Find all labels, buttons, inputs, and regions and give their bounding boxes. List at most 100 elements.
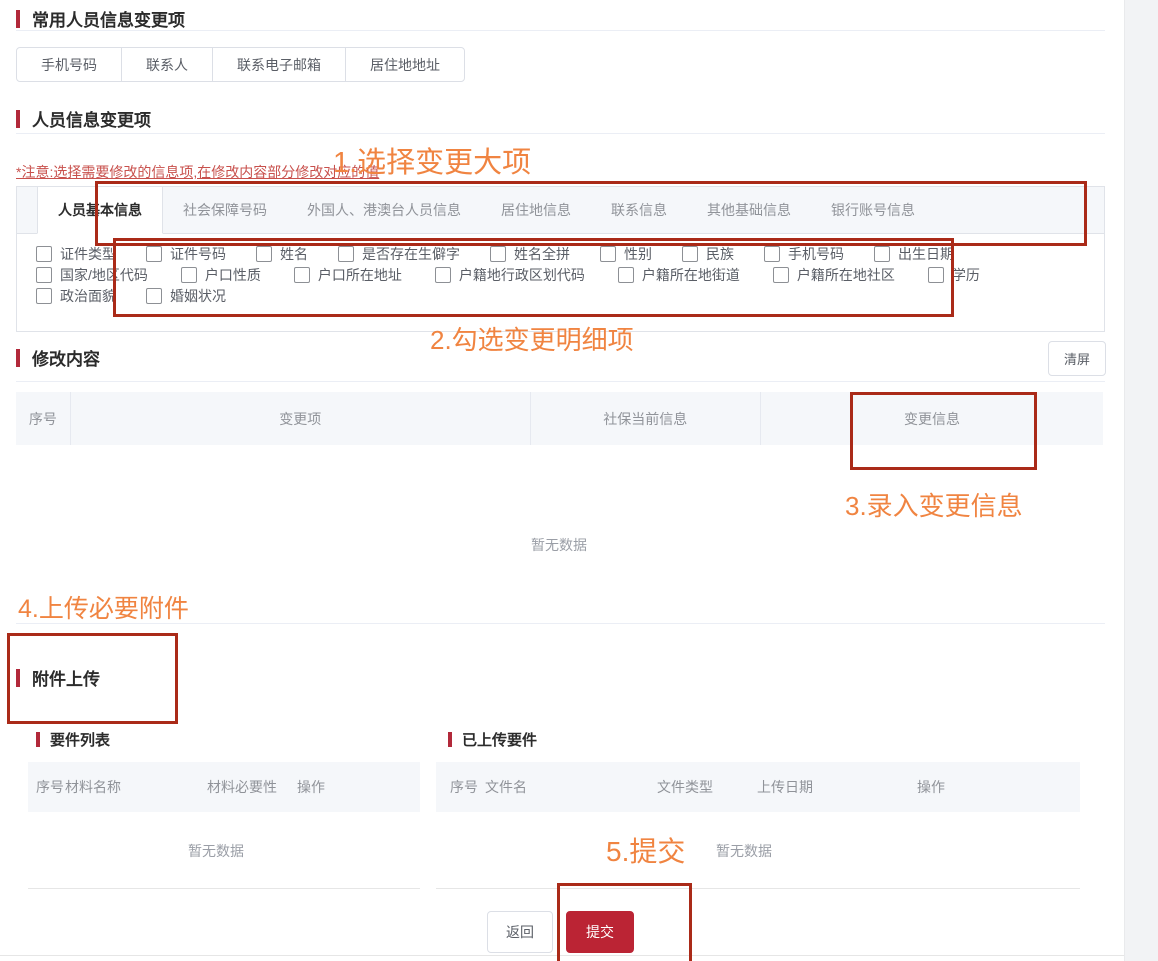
checkbox-icon[interactable]	[146, 246, 162, 262]
checkbox-label: 户籍所在地街道	[642, 265, 740, 285]
checkbox-icon[interactable]	[682, 246, 698, 262]
checkbox-row-2: 国家/地区代码 户口性质 户口所在地址 户籍地行政区划代码 户籍所在地街道 户籍…	[36, 264, 980, 285]
checkbox-item[interactable]: 证件类型	[36, 244, 116, 264]
checkbox-icon[interactable]	[618, 267, 634, 283]
checkbox-label: 性别	[624, 244, 652, 264]
checkbox-label: 政治面貌	[60, 286, 116, 306]
checkbox-item[interactable]: 国家/地区代码	[36, 265, 148, 285]
modify-table-header: 序号 变更项 社保当前信息 变更信息	[16, 392, 1103, 445]
quick-button-contact[interactable]: 联系人	[121, 48, 212, 81]
column-header-seq: 序号	[36, 762, 64, 812]
checkbox-icon[interactable]	[874, 246, 890, 262]
uploaded-list-empty-text: 暂无数据	[716, 841, 772, 861]
checkbox-icon[interactable]	[146, 288, 162, 304]
checkbox-icon[interactable]	[435, 267, 451, 283]
tab-residence-info[interactable]: 居住地信息	[481, 187, 591, 233]
checkbox-label: 户籍所在地社区	[797, 265, 895, 285]
checkbox-item[interactable]: 姓名	[256, 244, 308, 264]
required-list-title: 要件列表	[36, 729, 110, 750]
checkbox-label: 姓名	[280, 244, 308, 264]
column-header-item: 变更项	[71, 392, 531, 445]
tab-other-basic-info[interactable]: 其他基础信息	[687, 187, 811, 233]
checkbox-item[interactable]: 出生日期	[874, 244, 954, 264]
required-list-empty-text: 暂无数据	[188, 841, 244, 861]
change-section-title: 人员信息变更项	[16, 106, 151, 131]
page: 常用人员信息变更项 手机号码 联系人 联系电子邮箱 居住地地址 人员信息变更项 …	[0, 0, 1158, 961]
column-header-necessity: 材料必要性	[207, 762, 277, 812]
checkbox-item[interactable]: 学历	[928, 265, 980, 285]
checkbox-item[interactable]: 政治面貌	[36, 286, 116, 306]
checkbox-item[interactable]: 性别	[600, 244, 652, 264]
checkbox-item[interactable]: 手机号码	[764, 244, 844, 264]
page-background-strip	[1124, 0, 1158, 961]
divider	[0, 955, 1124, 956]
section-accent-bar	[36, 732, 40, 747]
checkbox-label: 证件号码	[170, 244, 226, 264]
column-header-change: 变更信息	[761, 392, 1103, 445]
checkbox-icon[interactable]	[764, 246, 780, 262]
section-accent-bar	[16, 10, 20, 28]
quick-button-mobile[interactable]: 手机号码	[17, 48, 121, 81]
checkbox-label: 证件类型	[60, 244, 116, 264]
quick-button-address[interactable]: 居住地地址	[345, 48, 464, 81]
checkbox-icon[interactable]	[256, 246, 272, 262]
checkbox-icon[interactable]	[294, 267, 310, 283]
tab-person-basic-info[interactable]: 人员基本信息	[37, 187, 163, 234]
checkbox-icon[interactable]	[36, 288, 52, 304]
section-title-text: 修改内容	[32, 345, 100, 370]
back-button[interactable]: 返回	[487, 911, 553, 953]
checkbox-label: 户口所在地址	[318, 265, 402, 285]
checkbox-item[interactable]: 户籍所在地社区	[773, 265, 895, 285]
annotation-step3: 3.录入变更信息	[845, 486, 1023, 523]
attachment-section-title: 附件上传	[16, 665, 100, 690]
modify-table-empty-text: 暂无数据	[531, 535, 587, 555]
required-list-header: 序号 材料名称 材料必要性 操作	[28, 762, 420, 812]
section-title-text: 人员信息变更项	[32, 106, 151, 131]
checkbox-icon[interactable]	[36, 246, 52, 262]
checkbox-item[interactable]: 姓名全拼	[490, 244, 570, 264]
checkbox-label: 民族	[706, 244, 734, 264]
checkbox-icon[interactable]	[773, 267, 789, 283]
modify-section-title: 修改内容	[16, 345, 100, 370]
checkbox-icon[interactable]	[600, 246, 616, 262]
column-header-action: 操作	[917, 762, 945, 812]
checkbox-icon[interactable]	[490, 246, 506, 262]
checkbox-label: 学历	[952, 265, 980, 285]
checkbox-item[interactable]: 户籍所在地街道	[618, 265, 740, 285]
tab-foreigner-info[interactable]: 外国人、港澳台人员信息	[287, 187, 481, 233]
submit-button[interactable]: 提交	[566, 911, 634, 953]
column-header-action: 操作	[297, 762, 325, 812]
checkbox-label: 户籍地行政区划代码	[459, 265, 585, 285]
checkbox-icon[interactable]	[338, 246, 354, 262]
section-accent-bar	[16, 110, 20, 128]
section-title-text: 常用人员信息变更项	[32, 6, 185, 31]
checkbox-item[interactable]: 户口所在地址	[294, 265, 402, 285]
tab-bank-account-info[interactable]: 银行账号信息	[811, 187, 935, 233]
checkbox-item[interactable]: 婚姻状况	[146, 286, 226, 306]
annotation-step5: 5.提交	[606, 830, 685, 870]
sub-title-text: 已上传要件	[462, 729, 537, 750]
sub-title-text: 要件列表	[50, 729, 110, 750]
checkbox-icon[interactable]	[181, 267, 197, 283]
column-header-seq: 序号	[16, 392, 71, 445]
checkbox-item[interactable]: 户口性质	[181, 265, 261, 285]
tab-bar: 人员基本信息 社会保障号码 外国人、港澳台人员信息 居住地信息 联系信息 其他基…	[17, 187, 1104, 234]
checkbox-icon[interactable]	[36, 267, 52, 283]
checkbox-icon[interactable]	[928, 267, 944, 283]
column-header-material: 材料名称	[65, 762, 121, 812]
divider	[16, 133, 1105, 134]
clear-screen-button[interactable]: 清屏	[1048, 341, 1106, 376]
checkbox-item[interactable]: 证件号码	[146, 244, 226, 264]
checkbox-label: 姓名全拼	[514, 244, 570, 264]
checkbox-item[interactable]: 是否存在生僻字	[338, 244, 460, 264]
tab-contact-info[interactable]: 联系信息	[591, 187, 687, 233]
checkbox-item[interactable]: 户籍地行政区划代码	[435, 265, 585, 285]
checkbox-label: 国家/地区代码	[60, 265, 148, 285]
checkbox-label: 户口性质	[205, 265, 261, 285]
column-header-filetype: 文件类型	[657, 762, 713, 812]
checkbox-item[interactable]: 民族	[682, 244, 734, 264]
modify-note: *注意:选择需要修改的信息项,在修改内容部分修改对应的值	[16, 162, 379, 182]
annotation-step1: 1.选择变更大项	[333, 139, 531, 181]
quick-button-email[interactable]: 联系电子邮箱	[212, 48, 345, 81]
tab-social-security-number[interactable]: 社会保障号码	[163, 187, 287, 233]
